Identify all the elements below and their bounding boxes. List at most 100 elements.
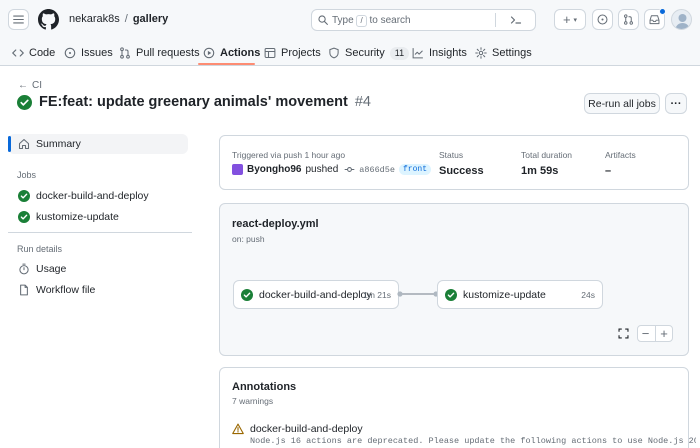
tab-label: Projects	[281, 47, 321, 59]
avatar[interactable]	[671, 9, 692, 30]
workflow-file-name: react-deploy.yml	[232, 218, 319, 230]
global-header: nekarak8s / gallery Type / to search + ▾	[0, 0, 700, 40]
status-value: Success	[439, 165, 484, 177]
check-circle-fill-icon	[17, 94, 32, 110]
tab-security[interactable]: Security 11	[328, 43, 410, 63]
pull-request-icon	[120, 47, 130, 59]
fullscreen-icon	[618, 328, 629, 339]
check-circle-fill-icon	[241, 288, 253, 301]
workflow-name-label: CI	[32, 80, 42, 91]
check-circle-fill-icon	[18, 190, 30, 202]
tab-code[interactable]: Code	[12, 43, 55, 63]
search-icon	[318, 15, 328, 25]
tab-label: Actions	[220, 47, 261, 59]
sidebar-divider	[8, 232, 192, 233]
issues-button[interactable]	[592, 9, 613, 30]
alert-icon	[232, 423, 244, 435]
status-label: Status	[439, 150, 464, 160]
back-to-workflow-link[interactable]: ← CI	[18, 80, 42, 91]
sidebar-item-label: Workflow file	[36, 284, 96, 296]
search-placeholder: Type / to search	[332, 15, 411, 27]
sidebar-jobs-heading: Jobs	[17, 170, 37, 180]
sidebar-item-job[interactable]: kustomize-update	[8, 207, 188, 227]
tab-projects[interactable]: Projects	[264, 43, 321, 63]
code-icon	[12, 49, 24, 57]
sidebar-item-summary[interactable]: Summary	[8, 134, 188, 154]
create-new-button[interactable]: + ▾	[554, 9, 586, 30]
gear-icon	[475, 47, 487, 59]
breadcrumb-separator: /	[124, 13, 128, 25]
branch-badge[interactable]: front	[398, 164, 431, 175]
run-title: FE:feat: update greenary animals' moveme…	[17, 94, 371, 110]
tab-label: Pull requests	[136, 47, 200, 59]
tab-label: Issues	[81, 47, 113, 59]
tab-label: Code	[29, 47, 56, 59]
more-options-button[interactable]: ···	[665, 93, 687, 114]
tab-settings[interactable]: Settings	[475, 43, 532, 63]
tab-pull-requests[interactable]: Pull requests	[119, 43, 200, 63]
fullscreen-button[interactable]	[615, 325, 632, 342]
repo-owner-link[interactable]: nekarak8s	[69, 13, 120, 25]
annotation-job-link[interactable]: docker-build-and-deploy	[250, 423, 363, 435]
sidebar-item-label: docker-build-and-deploy	[36, 190, 149, 202]
tab-label: Insights	[429, 47, 467, 59]
terminal-icon	[510, 16, 521, 24]
tab-insights[interactable]: Insights	[412, 43, 467, 63]
arrow-left-icon: ←	[18, 80, 28, 91]
user-avatar[interactable]	[232, 164, 243, 175]
sidebar-item-label: Usage	[36, 263, 67, 275]
annotations-title: Annotations	[232, 381, 297, 393]
trigger-user-link[interactable]: Byongho96	[247, 164, 301, 175]
notifications-button[interactable]	[644, 8, 666, 30]
graph-job-duration: 24s	[581, 289, 595, 300]
graph-job-node[interactable]: docker-build-and-deploy 1m 21s	[233, 280, 399, 309]
git-pull-request-icon	[624, 14, 633, 25]
duration-value: 1m 59s	[521, 165, 559, 177]
graph-connector	[397, 291, 439, 297]
hamburger-icon	[13, 15, 24, 24]
tab-label: Settings	[492, 47, 532, 59]
check-circle-fill-icon	[445, 288, 457, 301]
stopwatch-icon	[19, 263, 29, 275]
annotation-message: Node.js 16 actions are deprecated. Pleas…	[250, 436, 696, 446]
repo-name-link[interactable]: gallery	[133, 13, 168, 25]
zoom-in-button[interactable]: +	[655, 325, 672, 342]
tab-actions[interactable]: Actions	[203, 43, 260, 63]
menu-button[interactable]	[8, 9, 29, 30]
github-logo-icon[interactable]	[38, 9, 59, 30]
active-tab-indicator	[198, 63, 255, 65]
git-commit-icon	[344, 167, 355, 172]
search-shortcut-key: /	[356, 15, 367, 27]
graph-job-duration: 1m 21s	[363, 289, 391, 300]
security-count-badge: 11	[389, 46, 410, 60]
tab-issues[interactable]: Issues	[64, 43, 113, 63]
trigger-action: pushed	[305, 164, 339, 175]
artifacts-label: Artifacts	[605, 150, 636, 160]
annotations-count: 7 warnings	[232, 396, 274, 406]
duration-label: Total duration	[521, 150, 573, 160]
search-input[interactable]: Type / to search	[311, 9, 536, 31]
run-number: #4	[354, 94, 371, 110]
play-icon	[203, 47, 215, 59]
chevron-down-icon: ▾	[573, 16, 578, 24]
command-palette-button[interactable]	[495, 13, 535, 27]
sidebar-item-label: kustomize-update	[36, 211, 119, 223]
graph-icon	[412, 48, 423, 59]
graph-job-label: kustomize-update	[463, 288, 546, 301]
rerun-all-jobs-button[interactable]: Re-run all jobs	[584, 93, 660, 114]
graph-job-label: docker-build-and-deploy	[259, 288, 372, 301]
sidebar-item-workflow-file[interactable]: Workflow file	[8, 280, 188, 300]
home-icon	[18, 138, 30, 150]
table-icon	[264, 47, 276, 59]
artifacts-value: –	[605, 165, 612, 177]
graph-job-node[interactable]: kustomize-update 24s	[437, 280, 603, 309]
sidebar-item-usage[interactable]: Usage	[8, 259, 188, 279]
workflow-trigger: on: push	[232, 234, 265, 244]
sidebar-item-job[interactable]: docker-build-and-deploy	[8, 186, 188, 206]
triggered-label: Triggered via push 1 hour ago	[232, 150, 346, 160]
run-summary-card	[219, 135, 689, 190]
issue-icon	[64, 47, 76, 59]
zoom-out-button[interactable]: −	[637, 325, 654, 342]
pull-requests-button[interactable]	[618, 9, 639, 30]
commit-sha-link[interactable]: a866d5e	[359, 165, 395, 175]
